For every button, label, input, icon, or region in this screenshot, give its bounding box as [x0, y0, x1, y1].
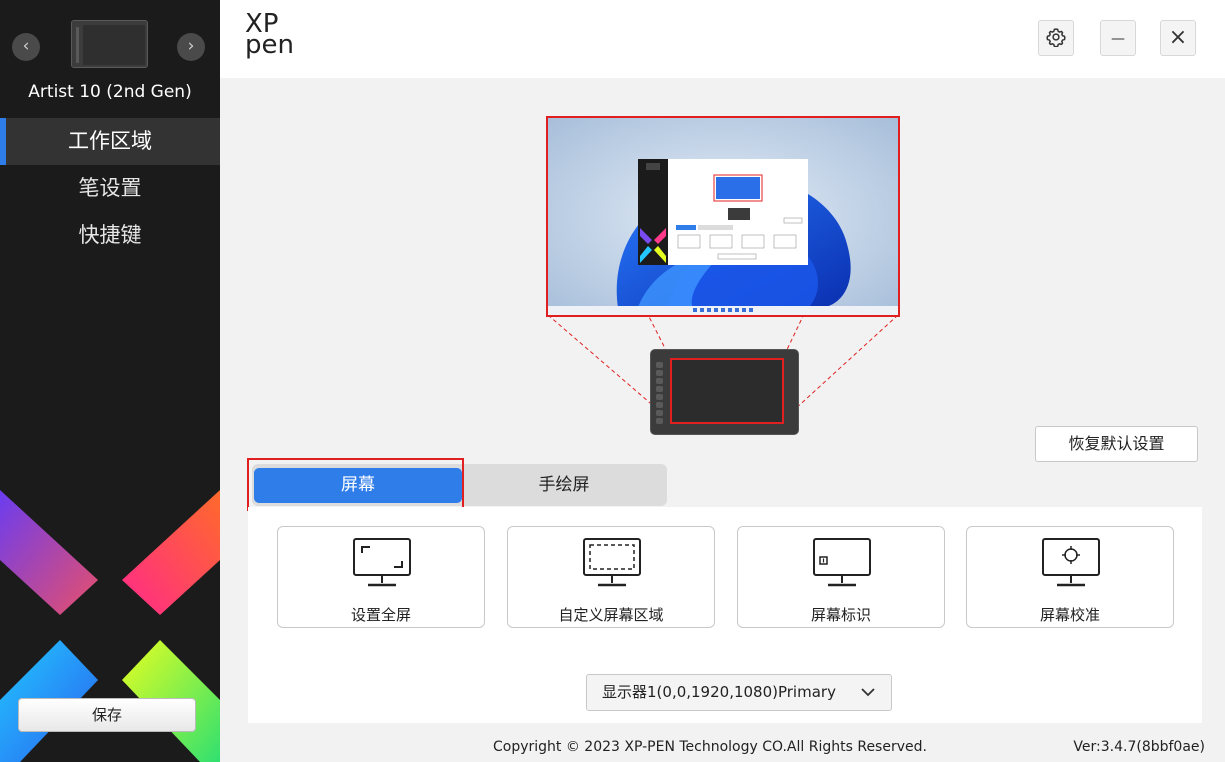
- calibrate-screen-label: 屏幕校准: [1039, 606, 1100, 624]
- sidebar: ‹ › Artist 10 (2nd Gen) 工作区域 笔设置 快捷键 保存: [0, 0, 220, 762]
- minimize-button[interactable]: —: [1100, 20, 1136, 56]
- custom-screen-area-label: 自定义屏幕区域: [558, 606, 664, 624]
- screen-preview: [546, 116, 900, 317]
- chevron-right-icon: ›: [187, 36, 195, 56]
- xppen-logo: XP pen: [245, 11, 295, 60]
- tablet-preview: [650, 349, 799, 435]
- logo-line-2: pen: [245, 30, 294, 60]
- sidebar-menu: 工作区域 笔设置 快捷键: [0, 118, 220, 259]
- sidebar-item-work-area[interactable]: 工作区域: [0, 118, 220, 165]
- gear-icon: [1046, 27, 1066, 47]
- mapping-tabs: 屏幕 手绘屏: [252, 464, 667, 506]
- device-name: Artist 10 (2nd Gen): [28, 82, 192, 102]
- tab-pen-display[interactable]: 手绘屏: [464, 468, 664, 503]
- save-button[interactable]: 保存: [18, 698, 196, 732]
- xp-logo-decoration: [0, 490, 220, 762]
- set-fullscreen-label: 设置全屏: [350, 606, 411, 624]
- next-device-button[interactable]: ›: [177, 33, 205, 61]
- version-text: Ver:3.4.7(8bbf0ae): [1073, 739, 1205, 755]
- copyright-text: Copyright © 2023 XP-PEN Technology CO.Al…: [493, 739, 927, 755]
- custom-screen-area-button[interactable]: 自定义屏幕区域: [507, 526, 715, 628]
- monitor-select[interactable]: 显示器1(0,0,1920,1080)Primary: [586, 674, 892, 711]
- close-icon: ×: [1168, 25, 1188, 50]
- tablet-active-area: [670, 358, 784, 424]
- identify-screen-button[interactable]: 屏幕标识: [737, 526, 945, 628]
- restore-defaults-button[interactable]: 恢复默认设置: [1035, 426, 1198, 462]
- custom-area-monitor-icon: [583, 538, 641, 587]
- settings-button[interactable]: [1038, 20, 1074, 56]
- sidebar-item-shortcuts[interactable]: 快捷键: [0, 212, 220, 259]
- chevron-down-icon: [861, 675, 875, 723]
- close-button[interactable]: ×: [1160, 20, 1196, 56]
- desktop-wallpaper: [548, 118, 898, 315]
- footer: Copyright © 2023 XP-PEN Technology CO.Al…: [220, 723, 1225, 762]
- express-keys: [656, 362, 665, 424]
- header: XP pen — ×: [220, 0, 1225, 78]
- prev-device-button[interactable]: ‹: [12, 33, 40, 61]
- screen-options-panel: 设置全屏 自定义屏幕区域 屏幕标识 屏幕校准 显示器1(0,0,1920,108…: [248, 507, 1202, 723]
- tab-screen[interactable]: 屏幕: [254, 468, 462, 503]
- minimize-icon: —: [1111, 31, 1125, 47]
- chevron-left-icon: ‹: [22, 36, 30, 56]
- device-thumbnail: [71, 20, 148, 68]
- sidebar-item-pen-settings[interactable]: 笔设置: [0, 165, 220, 212]
- monitor-select-value: 显示器1(0,0,1920,1080)Primary: [602, 683, 836, 701]
- identify-screen-label: 屏幕标识: [810, 606, 871, 624]
- set-fullscreen-button[interactable]: 设置全屏: [277, 526, 485, 628]
- identify-monitor-icon: [813, 538, 871, 587]
- calibrate-screen-button[interactable]: 屏幕校准: [966, 526, 1174, 628]
- fullscreen-monitor-icon: [353, 538, 411, 587]
- calibrate-monitor-icon: [1042, 538, 1100, 587]
